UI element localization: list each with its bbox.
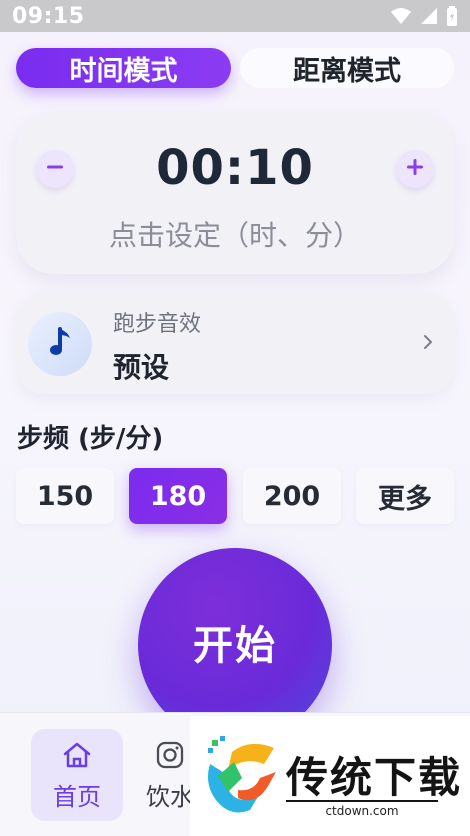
battery-icon: [446, 6, 458, 26]
watermark-subtitle: ctdown.com: [286, 800, 438, 818]
sound-title: 跑步音效: [113, 312, 202, 337]
cadence-label: 步频 (步/分): [17, 424, 164, 454]
status-bar: 09:15: [0, 0, 470, 32]
status-time: 09:15: [12, 3, 85, 29]
timer-card[interactable]: 00:10 点击设定（时、分）: [16, 112, 454, 274]
cadence-option-label: 更多: [378, 483, 432, 515]
cadence-option-label: 200: [263, 480, 321, 512]
tab-distance-mode[interactable]: 距离模式: [240, 48, 454, 88]
plus-icon: [406, 158, 424, 180]
status-icons: [390, 6, 458, 26]
cadence-option-more[interactable]: 更多: [356, 468, 454, 524]
camera-icon: [156, 741, 184, 773]
cadence-option-180[interactable]: 180: [129, 468, 227, 524]
tab-distance-mode-label: 距离模式: [293, 55, 401, 87]
nav-item-home[interactable]: 首页: [31, 729, 123, 821]
timer-hint: 点击设定（时、分）: [108, 219, 361, 252]
home-icon: [62, 741, 92, 773]
chevron-right-icon: [421, 332, 435, 356]
running-sound-card[interactable]: 跑步音效 预设: [16, 292, 454, 394]
cadence-option-200[interactable]: 200: [243, 468, 341, 524]
tab-time-mode[interactable]: 时间模式: [16, 48, 231, 88]
signal-icon: [420, 7, 438, 25]
nav-item-water-label: 饮水: [146, 783, 194, 811]
increase-time-button[interactable]: [396, 150, 434, 188]
watermark: 传统下载 ctdown.com: [190, 716, 470, 836]
cadence-option-150[interactable]: 150: [16, 468, 114, 524]
cadence-option-label: 150: [36, 480, 94, 512]
music-note-icon: [46, 326, 74, 362]
timer-value[interactable]: 00:10: [16, 140, 454, 196]
watermark-logo-icon: [198, 734, 278, 828]
wifi-icon: [390, 7, 412, 25]
mode-tabs: 时间模式 距离模式: [16, 48, 454, 90]
cadence-option-label: 180: [149, 480, 207, 512]
start-button-label: 开始: [193, 623, 277, 669]
watermark-title: 传统下载: [286, 753, 463, 802]
tab-time-mode-label: 时间模式: [69, 55, 178, 87]
sound-value: 预设: [113, 351, 170, 384]
sound-icon-wrap: [28, 312, 92, 376]
nav-item-home-label: 首页: [53, 783, 101, 811]
